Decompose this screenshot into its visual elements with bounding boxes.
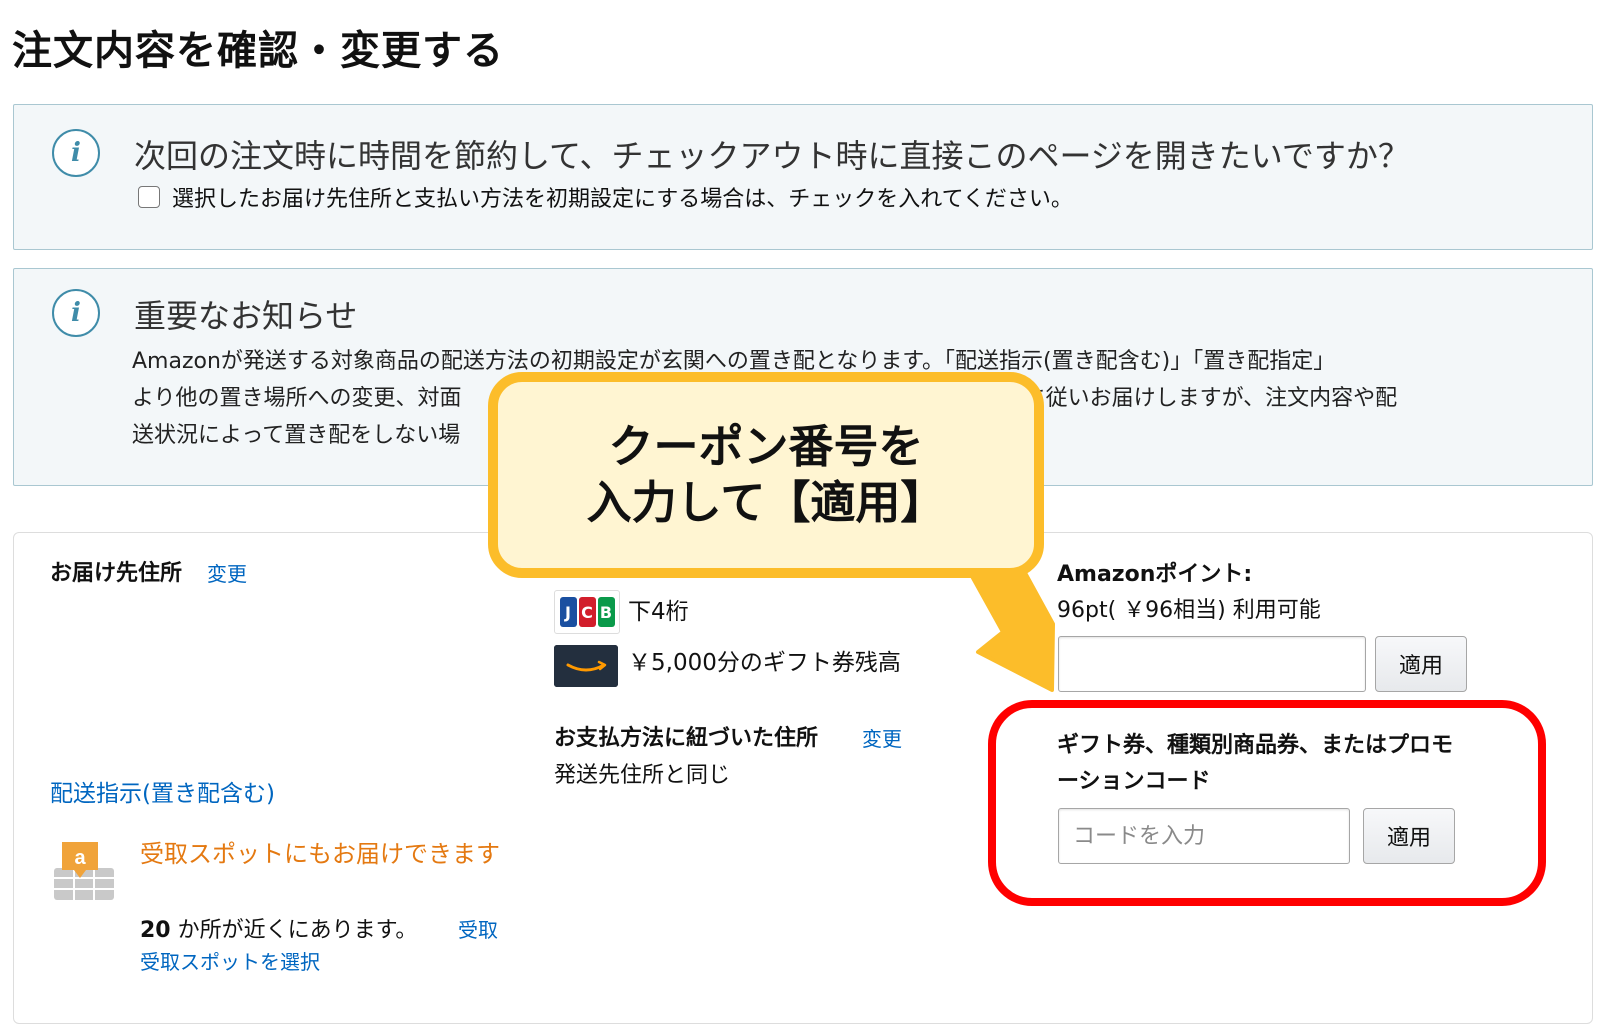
promo-highlight-frame [988,700,1546,906]
pickup-count-text: 20 か所が近くにあります。 [140,912,417,944]
points-input[interactable] [1058,636,1366,692]
pickup-count-suffix: か所が近くにあります。 [170,918,418,943]
default-settings-checkbox-row[interactable]: 選択したお届け先住所と支払い方法を初期設定にする場合は、チェックを入れてください… [138,181,1073,213]
notice-line-1: Amazonが発送する対象商品の配送方法の初期設定が玄関への置き配となります。「… [132,349,1336,374]
amazon-gift-card-icon [554,645,618,687]
page-title: 注文内容を確認・変更する [12,28,504,74]
amazon-locker-icon: a [54,842,114,900]
pickup-spot-title: 受取スポットにもお届けできます [140,840,500,868]
default-settings-title: 次回の注文時に時間を節約して、チェックアウト時に直接このページを開きたいですか？ [134,137,1410,175]
pickup-select-link-part1[interactable]: 受取 [458,914,498,943]
notice-line-2-end: 示に従いお届けしますが、注文内容や配 [1001,386,1398,411]
shipping-address-label: お届け先住所 [50,561,183,586]
card-last-digits-text: 下4桁 [628,599,689,625]
amazon-points-label: Amazonポイント: [1057,562,1253,587]
amazon-points-available: 96pt( ￥96相当) 利用可能 [1057,598,1321,623]
info-icon: i [52,129,100,177]
info-icon: i [52,289,100,337]
notice-line-3-start: 送状況によって置き配をしない場 [132,423,461,448]
notice-title: 重要なお知らせ [134,297,358,335]
pickup-select-link[interactable]: 受取スポットを選択 [140,946,320,975]
gift-balance-text: ￥5,000分のギフト券残高 [628,650,901,676]
default-settings-checkbox[interactable] [138,186,160,208]
pickup-count: 20 [140,918,171,943]
delivery-instructions-link[interactable]: 配送指示(置き配含む) [50,774,275,808]
points-apply-button[interactable]: 適用 [1375,636,1467,692]
coupon-callout: クーポン番号を 入力して【適用】 [488,372,1044,578]
svg-text:a: a [74,847,86,869]
callout-line-1: クーポン番号を [608,420,924,473]
default-settings-box: i 次回の注文時に時間を節約して、チェックアウト時に直接このページを開きたいです… [13,104,1593,250]
billing-address-label: お支払方法に紐づいた住所 [554,726,819,751]
callout-line-2: 入力して【適用】 [586,476,946,529]
billing-change-link[interactable]: 変更 [862,723,902,752]
billing-address-value: 発送先住所と同じ [554,763,731,788]
default-settings-checkbox-label: 選択したお届け先住所と支払い方法を初期設定にする場合は、チェックを入れてください… [172,187,1073,212]
shipping-change-link[interactable]: 変更 [207,558,247,587]
jcb-card-icon: J C B [554,590,620,634]
notice-line-2-start: より他の置き場所への変更、対面 [132,386,462,411]
